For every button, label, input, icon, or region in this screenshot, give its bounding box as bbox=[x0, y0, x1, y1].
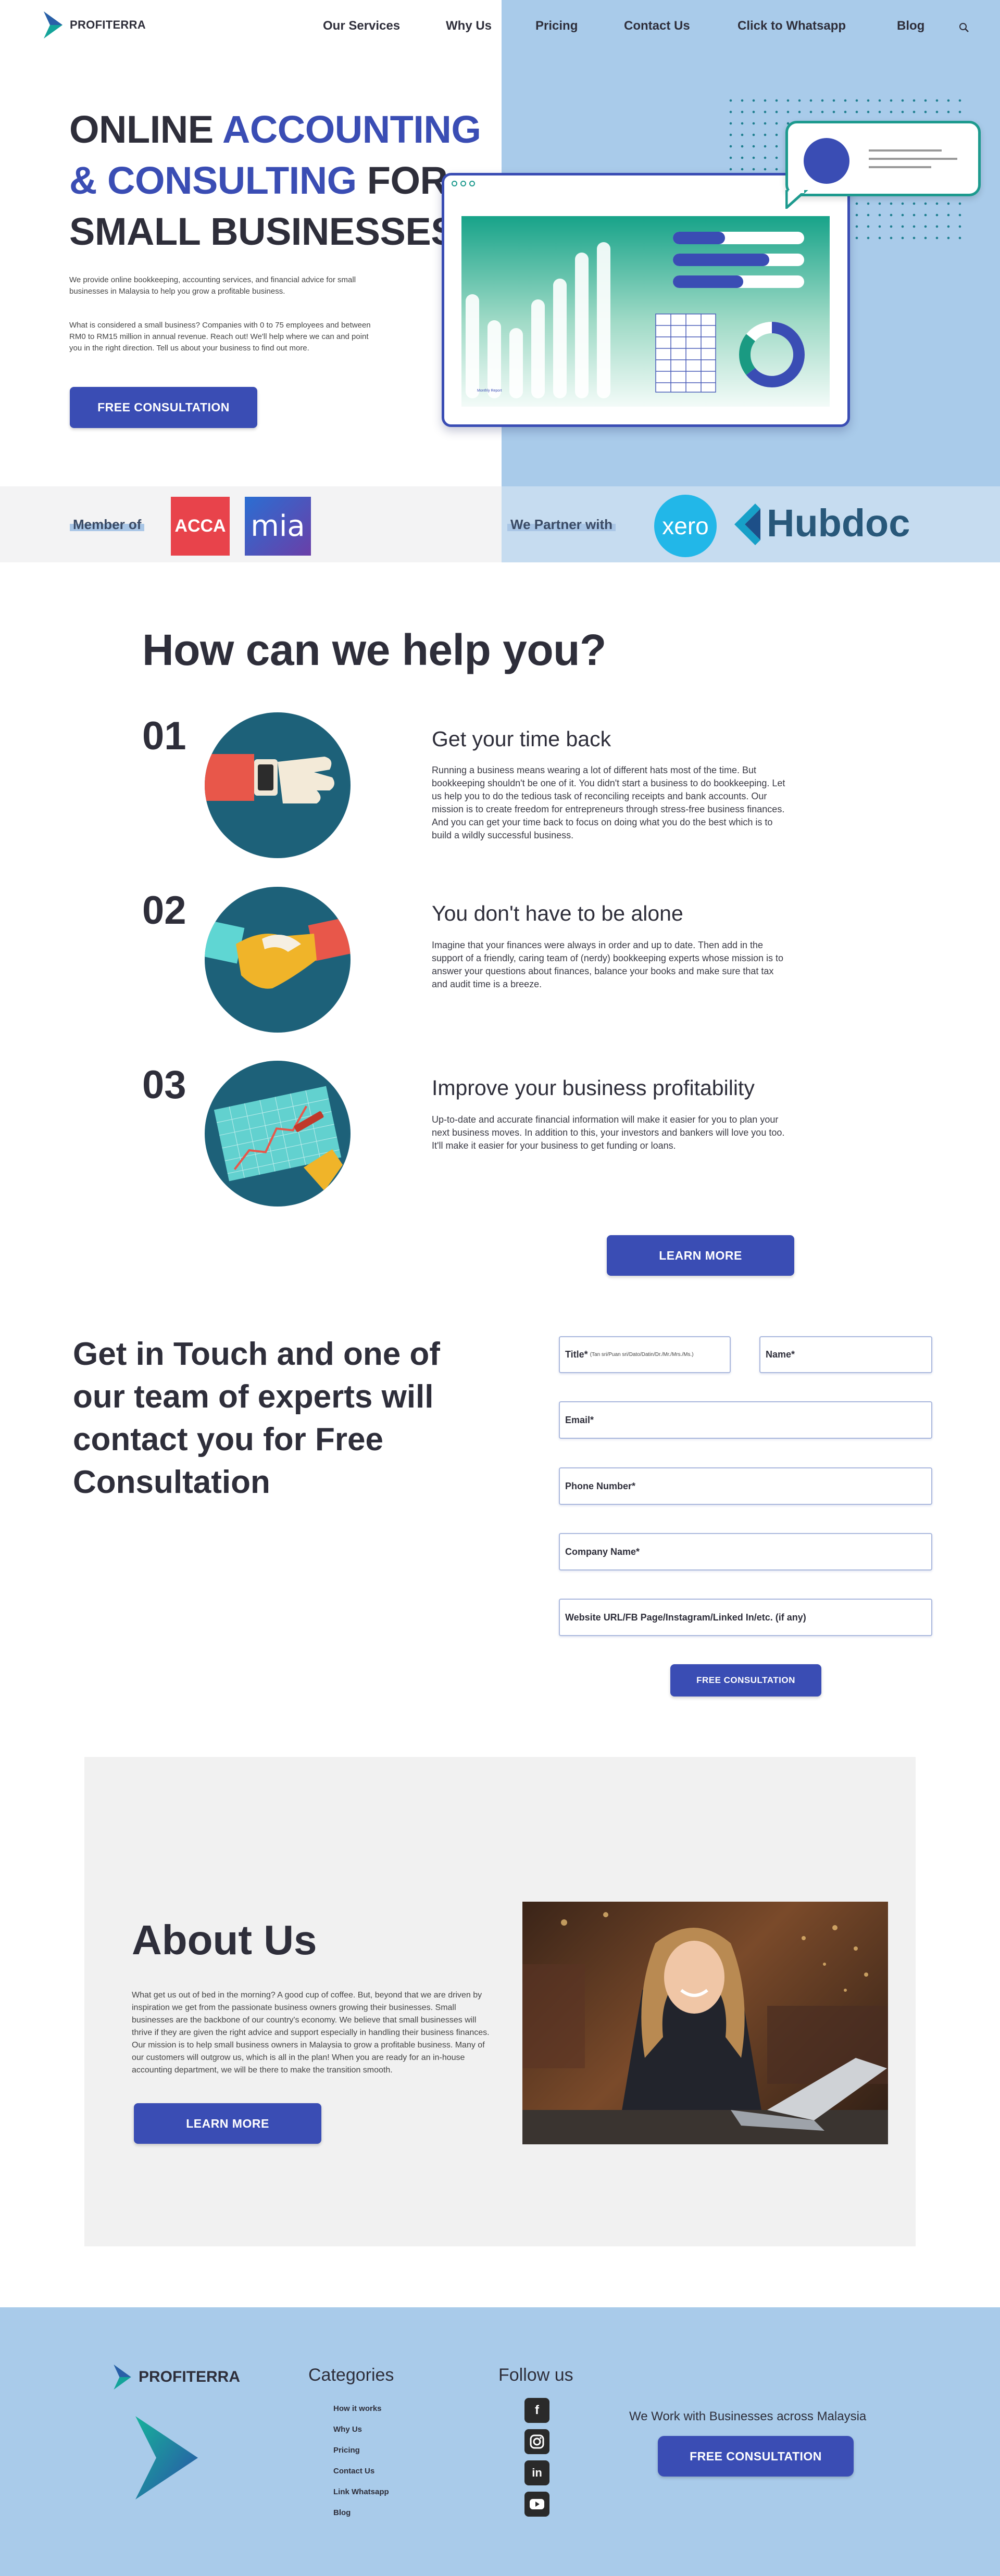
bar-graphic-icon bbox=[466, 232, 805, 398]
brand-name: PROFITERRA bbox=[70, 18, 146, 31]
window-dots bbox=[452, 181, 475, 186]
woman-with-laptop-image bbox=[522, 1912, 888, 2144]
help-heading-3: Improve your business profitability bbox=[432, 1076, 755, 1100]
facebook-icon[interactable]: f bbox=[524, 2398, 549, 2423]
footer-brand-logo[interactable]: PROFITERRA bbox=[111, 2365, 240, 2390]
title-field-hint: (Tan sri/Puan sri/Dato/Datin/Dr./Mr./Mrs… bbox=[590, 1352, 694, 1358]
about-learn-more-button[interactable]: LEARN MORE bbox=[134, 2103, 321, 2144]
footer-link-blog[interactable]: Blog bbox=[333, 2508, 351, 2517]
help-number-2: 02 bbox=[142, 888, 186, 933]
about-text: What get us out of bed in the morning? A… bbox=[132, 1991, 490, 2075]
member-of-text: Member of bbox=[73, 517, 142, 532]
growth-chart-icon bbox=[214, 1086, 343, 1191]
contact-heading: Get in Touch and one of our team of expe… bbox=[73, 1336, 440, 1500]
dashboard-screen: Monthly Report bbox=[461, 216, 830, 407]
help-heading-1: Get your time back bbox=[432, 727, 611, 751]
phone-number-field[interactable]: Phone Number* bbox=[559, 1467, 932, 1505]
help-section-title: How can we help you? bbox=[142, 625, 606, 674]
handshake-icon bbox=[205, 916, 351, 989]
nav-our-services[interactable]: Our Services bbox=[323, 19, 400, 33]
footer-link-pricing[interactable]: Pricing bbox=[333, 2446, 360, 2455]
chat-avatar-icon bbox=[804, 138, 849, 184]
chat-line bbox=[869, 158, 957, 160]
hero-title-line1b: ACCOUNTING bbox=[222, 108, 481, 151]
instagram-icon[interactable] bbox=[524, 2429, 549, 2454]
about-photo bbox=[522, 1902, 888, 2144]
title-field[interactable]: Title* (Tan sri/Puan sri/Dato/Datin/Dr./M… bbox=[559, 1336, 731, 1373]
nav-pricing[interactable]: Pricing bbox=[535, 19, 578, 33]
email-field[interactable]: Email* bbox=[559, 1401, 932, 1439]
hero-title-line1a: ONLINE bbox=[69, 108, 222, 151]
hero-free-consultation-button[interactable]: FREE CONSULTATION bbox=[70, 387, 257, 428]
nav-contact-us[interactable]: Contact Us bbox=[624, 19, 690, 33]
linkedin-icon[interactable]: in bbox=[524, 2460, 549, 2485]
footer-tagline: We Work with Businesses across Malaysia bbox=[629, 2409, 867, 2423]
footer-free-consultation-button[interactable]: FREE CONSULTATION bbox=[658, 2436, 854, 2477]
hero-title-line2b: FOR bbox=[356, 159, 448, 202]
footer-logo-chevron-icon bbox=[114, 2365, 131, 2390]
handshake-illustration bbox=[205, 887, 351, 1033]
help-learn-more-button[interactable]: LEARN MORE bbox=[607, 1235, 794, 1276]
nav-why-us[interactable]: Why Us bbox=[446, 19, 492, 33]
name-field[interactable]: Name* bbox=[759, 1336, 932, 1373]
help-number-1: 01 bbox=[142, 714, 186, 758]
dashboard-illustration: Monthly Report bbox=[442, 173, 850, 427]
footer-link-how-it-works[interactable]: How it works bbox=[333, 2404, 382, 2413]
brand-logo[interactable]: PROFITERRA bbox=[42, 11, 146, 39]
footer-link-whatsapp[interactable]: Link Whatsapp bbox=[333, 2487, 389, 2496]
hero-paragraph-2: What is considered a small business? Com… bbox=[69, 321, 371, 353]
footer-brand-name: PROFITERRA bbox=[139, 2368, 240, 2385]
help-number-3: 03 bbox=[142, 1063, 186, 1107]
member-of-label: Member of bbox=[69, 517, 145, 533]
partner-with-label: We Partner with bbox=[507, 517, 616, 533]
footer-link-why-us[interactable]: Why Us bbox=[333, 2425, 362, 2434]
watch-icon bbox=[205, 754, 334, 803]
chat-line bbox=[869, 166, 931, 168]
about-title: About Us bbox=[132, 1917, 317, 1963]
help-text-3: Up-to-date and accurate financial inform… bbox=[432, 1114, 785, 1151]
watch-illustration bbox=[205, 712, 351, 858]
hubdoc-logo: Hubdoc bbox=[767, 501, 910, 545]
help-text-1: Running a business means wearing a lot o… bbox=[432, 765, 785, 840]
search-icon[interactable] bbox=[958, 22, 970, 33]
title-field-label: Title* bbox=[565, 1349, 588, 1360]
mini-chart-label: Monthly Report bbox=[477, 389, 502, 393]
chat-bubble-illustration bbox=[785, 121, 981, 196]
mia-logo: mia bbox=[245, 497, 311, 556]
nav-click-to-whatsapp[interactable]: Click to Whatsapp bbox=[738, 19, 846, 33]
footer-follow-title: Follow us bbox=[498, 2365, 573, 2385]
nav-blog[interactable]: Blog bbox=[897, 19, 924, 33]
form-submit-button[interactable]: FREE CONSULTATION bbox=[670, 1664, 821, 1697]
youtube-icon[interactable] bbox=[524, 2492, 549, 2517]
hero-title-line2a: & CONSULTING bbox=[69, 159, 357, 202]
company-name-field[interactable]: Company Name* bbox=[559, 1533, 932, 1570]
chat-bubble-tail bbox=[785, 190, 808, 209]
help-heading-2: You don't have to be alone bbox=[432, 901, 683, 925]
footer-link-contact-us[interactable]: Contact Us bbox=[333, 2467, 374, 2476]
hubdoc-mark-icon bbox=[734, 504, 760, 545]
hero-paragraph-1: We provide online bookkeeping, accountin… bbox=[69, 275, 356, 296]
logo-chevron-icon bbox=[44, 11, 63, 39]
footer-large-chevron-icon bbox=[135, 2416, 198, 2499]
help-text-2: Imagine that your finances were always i… bbox=[432, 940, 783, 989]
xero-logo: xero bbox=[654, 495, 717, 557]
acca-logo: ACCA bbox=[171, 497, 230, 556]
partner-with-text: We Partner with bbox=[510, 517, 613, 532]
hero-title-line3: SMALL BUSINESSES bbox=[69, 210, 457, 253]
chat-line bbox=[869, 149, 942, 152]
website-field[interactable]: Website URL/FB Page/Instagram/Linked In/… bbox=[559, 1599, 932, 1636]
profit-chart-illustration bbox=[205, 1061, 351, 1207]
footer-categories-title: Categories bbox=[308, 2365, 394, 2385]
